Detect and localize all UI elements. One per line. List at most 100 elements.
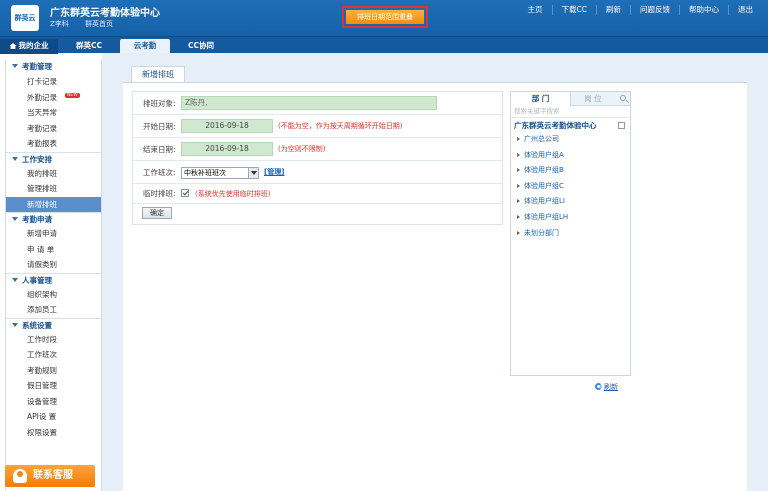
chevron-down-icon xyxy=(248,168,258,178)
manage-shift-link[interactable]: [管理] xyxy=(264,161,284,184)
schedule-form: 排班对象: Z陈丹, 开始日期: 2016-09-18 (不能为空，作为按天周期… xyxy=(132,91,503,225)
sidebar-item-work-periods[interactable]: 工作时段 xyxy=(6,332,101,348)
tab-cloud-attendance[interactable]: 云考勤 xyxy=(120,39,170,54)
department-item[interactable]: 广州总公司 xyxy=(511,132,630,148)
triangle-down-icon xyxy=(12,277,18,282)
target-label: 排班对象: xyxy=(143,99,176,108)
contact-service-button[interactable]: 联系客服 xyxy=(5,465,95,487)
nav-logout[interactable]: 退出 xyxy=(728,5,762,15)
app-header: 群英云 广东群英云考勤体验中心 Z李科 群英首页 排班日期范围重叠 主页 下载C… xyxy=(0,0,768,36)
nav-refresh[interactable]: 刷新 xyxy=(596,5,630,15)
form-row-start-date: 开始日期: 2016-09-18 (不能为空，作为按天周期循环开始日期) xyxy=(133,115,502,138)
nav-feedback[interactable]: 问题反馈 xyxy=(630,5,679,15)
temporary-label: 临时排班: xyxy=(143,189,176,198)
refresh-icon xyxy=(595,383,602,390)
main-area: 新增排班 排班对象: Z陈丹, 开始日期: 2016-09-18 (不能为空，作… xyxy=(102,53,768,491)
top-nav: 主页 下载CC 刷新 问题反馈 帮助中心 退出 xyxy=(519,5,762,15)
department-item[interactable]: 体验用户组A xyxy=(511,148,630,164)
sidebar-group-hr[interactable]: 人事管理 xyxy=(6,272,101,287)
sidebar-item-request-forms[interactable]: 申 请 单 xyxy=(6,242,101,258)
shift-label: 工作班次: xyxy=(143,168,176,177)
sidebar-item-permission-settings[interactable]: 权限设置 xyxy=(6,425,101,441)
tab-qunying-cc[interactable]: 群英CC xyxy=(60,39,118,54)
tab-new-schedule[interactable]: 新增排班 xyxy=(131,66,185,82)
form-row-temporary: 临时排班: (系统优先使用临时排班) xyxy=(133,184,502,204)
qunying-home-link[interactable]: 群英首页 xyxy=(85,20,113,28)
sidebar-item-attendance-report[interactable]: 考勤报表 xyxy=(6,136,101,152)
sidebar-item-work-shifts[interactable]: 工作班次 xyxy=(6,347,101,363)
department-item[interactable]: 体验用户组C xyxy=(511,179,630,195)
end-date-label: 结束日期: xyxy=(143,145,176,154)
temporary-checkbox[interactable] xyxy=(181,189,189,197)
start-date-hint: (不能为空，作为按天周期循环开始日期) xyxy=(278,122,403,130)
sidebar-item-manage-schedule[interactable]: 管理排班 xyxy=(6,181,101,197)
caret-right-icon xyxy=(517,199,520,204)
department-search-input[interactable]: 搜索关键字搜索 xyxy=(511,106,630,118)
sidebar-item-my-schedule[interactable]: 我的排班 xyxy=(6,166,101,182)
home-icon xyxy=(9,43,17,49)
sidebar-group-system-settings[interactable]: 系统设置 xyxy=(6,317,101,332)
tab-department[interactable]: 部 门 xyxy=(511,92,571,106)
sidebar-item-attendance-rules[interactable]: 考勤规则 xyxy=(6,363,101,379)
sidebar-item-new-request[interactable]: 新增申请 xyxy=(6,226,101,242)
department-item[interactable]: 体验用户组B xyxy=(511,163,630,179)
sidebar-item-attendance-records[interactable]: 考勤记录 xyxy=(6,121,101,137)
department-panel-tabs: 部 门 岗 位 xyxy=(511,92,630,106)
caret-right-icon xyxy=(517,168,520,173)
caret-right-icon xyxy=(517,137,520,141)
sidebar-item-new-schedule[interactable]: 新增排班 xyxy=(6,196,101,212)
caret-right-icon xyxy=(517,183,520,188)
target-field[interactable]: Z陈丹, xyxy=(181,96,437,110)
nav-home[interactable]: 主页 xyxy=(519,5,552,15)
nav-help[interactable]: 帮助中心 xyxy=(679,5,728,15)
sidebar-group-attendance-requests[interactable]: 考勤申请 xyxy=(6,212,101,226)
temporary-hint: (系统优先使用临时排班) xyxy=(195,190,271,198)
caret-right-icon xyxy=(517,230,520,235)
triangle-down-icon xyxy=(12,156,18,161)
main-tabbar: 我的企业 群英CC 云考勤 CC协同 xyxy=(0,36,768,54)
department-item[interactable]: 体验用户组LI xyxy=(511,194,630,210)
warning-notice: 排班日期范围重叠 xyxy=(342,6,428,28)
end-date-field[interactable]: 2016-09-18 xyxy=(181,142,273,156)
start-date-label: 开始日期: xyxy=(143,122,176,131)
tab-cc-collab[interactable]: CC协同 xyxy=(176,39,226,54)
caret-right-icon xyxy=(517,214,520,219)
brand-logo[interactable]: 群英云 xyxy=(11,5,39,31)
nav-download-cc[interactable]: 下载CC xyxy=(551,5,596,15)
sidebar-item-field-records[interactable]: 外勤记录 NEW xyxy=(6,90,101,106)
sidebar-item-holiday-management[interactable]: 假日管理 xyxy=(6,378,101,394)
caret-right-icon xyxy=(517,152,520,157)
start-date-field[interactable]: 2016-09-18 xyxy=(181,119,273,133)
shift-select[interactable]: 中秋补班班次 xyxy=(181,167,259,179)
form-row-actions: 确定 xyxy=(133,204,502,224)
current-user: Z李科 xyxy=(50,20,69,28)
sidebar-group-attendance[interactable]: 考勤管理 xyxy=(6,60,101,74)
department-panel: 部 门 岗 位 搜索关键字搜索 广东群英云考勤体验中心 广州总公司 体验用户组A… xyxy=(510,91,631,376)
triangle-down-icon xyxy=(12,64,18,68)
customer-service-icon xyxy=(13,469,27,483)
form-row-end-date: 结束日期: 2016-09-18 (为空则不限制) xyxy=(133,138,502,161)
triangle-down-icon xyxy=(12,322,18,327)
tab-my-company[interactable]: 我的企业 xyxy=(0,39,58,54)
brand-title: 广东群英云考勤体验中心 xyxy=(50,8,160,19)
sidebar-group-work-schedule[interactable]: 工作安排 xyxy=(6,151,101,166)
refresh-link[interactable]: 刷新 xyxy=(595,382,618,392)
sidebar-item-punch-records[interactable]: 打卡记录 xyxy=(6,74,101,90)
department-item[interactable]: 未划分部门 xyxy=(511,226,630,242)
content-panel: 排班对象: Z陈丹, 开始日期: 2016-09-18 (不能为空，作为按天周期… xyxy=(123,82,747,491)
sidebar-item-api-settings[interactable]: API设 置 xyxy=(6,409,101,425)
new-badge: NEW xyxy=(65,92,80,98)
tab-position[interactable]: 岗 位 xyxy=(573,92,613,106)
confirm-button[interactable]: 确定 xyxy=(142,207,172,219)
sidebar-item-device-management[interactable]: 设备管理 xyxy=(6,394,101,410)
department-item[interactable]: 体验用户组LH xyxy=(511,210,630,226)
department-root[interactable]: 广东群英云考勤体验中心 xyxy=(511,119,630,132)
triangle-down-icon xyxy=(12,217,18,221)
search-icon[interactable] xyxy=(620,95,626,101)
sidebar-item-today-exceptions[interactable]: 当天异常 xyxy=(6,105,101,121)
sidebar-item-leave-types[interactable]: 请假类别 xyxy=(6,257,101,273)
warning-notice-text: 排班日期范围重叠 xyxy=(346,10,424,24)
sidebar-item-org-structure[interactable]: 组织架构 xyxy=(6,287,101,303)
department-root-checkbox[interactable] xyxy=(618,122,625,129)
sidebar-item-add-employee[interactable]: 添加员工 xyxy=(6,302,101,318)
